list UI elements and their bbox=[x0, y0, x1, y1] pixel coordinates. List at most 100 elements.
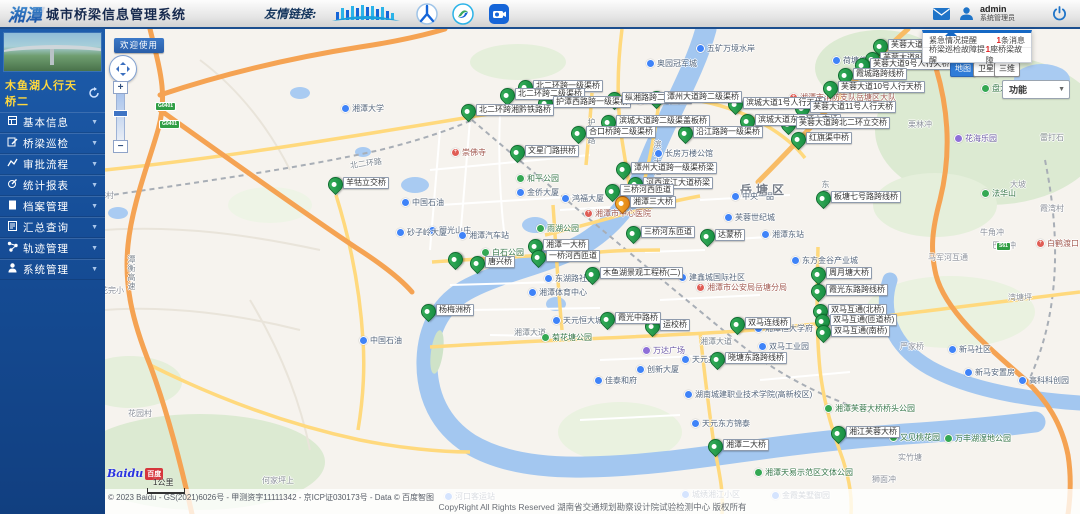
bridge-pin-label: 芙蓉大道11号人行天桥 bbox=[810, 101, 896, 113]
bridge-pin-label: 北二环跨湘黔铁路桥 bbox=[476, 104, 554, 116]
pan-up-icon[interactable] bbox=[120, 59, 126, 65]
friend-links-label: 友情链接: bbox=[264, 5, 316, 22]
chevron-down-icon: ▼ bbox=[91, 140, 98, 147]
sidebar-menu: 基本信息▼桥梁巡检▼审批流程▼统计报表▼档案管理▼汇总查询▼轨迹管理▼系统管理▼ bbox=[0, 112, 105, 280]
chevron-down-icon: ▼ bbox=[91, 224, 98, 231]
map-zoom-control: + − bbox=[113, 81, 128, 153]
function-dropdown[interactable]: 功能 ▼ bbox=[1002, 80, 1070, 99]
sidebar-item-label: 档案管理 bbox=[23, 199, 69, 214]
zoom-out-button[interactable]: − bbox=[113, 140, 128, 153]
user-role: 系统管理员 bbox=[980, 15, 1015, 22]
bridge-pin-label: 双马连线桥 bbox=[745, 317, 791, 329]
map-pan-control[interactable] bbox=[109, 55, 137, 83]
bridge-pin-label: 唐兴桥 bbox=[485, 256, 515, 268]
scale-label: 1公里 bbox=[153, 477, 185, 488]
map-canvas[interactable]: 岳塘区水库村梅花完小花园村何家坪上牛角冲巴干冲霞湾村大坡马军河互通湾塘坪严家桥狮… bbox=[105, 29, 1080, 514]
notification-item[interactable]: 桥梁巡检故障提醒1座桥梁故障 bbox=[923, 47, 1031, 62]
pan-left-icon[interactable] bbox=[113, 66, 119, 72]
bridge-pin-label: 文星门路拱桥 bbox=[525, 145, 579, 157]
archive-icon bbox=[7, 198, 18, 216]
bridge-pin-label: 潭州大道跨一级渠桥梁 bbox=[631, 162, 717, 174]
sidebar-item-label: 汇总查询 bbox=[23, 220, 69, 235]
mail-icon[interactable] bbox=[932, 6, 950, 22]
chevron-down-icon: ▼ bbox=[1058, 86, 1065, 93]
sidebar-item-label: 统计报表 bbox=[23, 178, 69, 193]
bridge-pin-label: 沿江路跨一级渠桥 bbox=[693, 126, 763, 138]
bridge-pin-label: 一桥河西匝道 bbox=[546, 250, 600, 262]
zoom-slider-handle[interactable] bbox=[113, 110, 128, 117]
sidebar-item-6[interactable]: 汇总查询 ▼ bbox=[0, 217, 105, 238]
bridge-pin-label: 红旗渠中桥 bbox=[806, 132, 852, 144]
form-icon bbox=[7, 114, 18, 132]
sidebar-item-label: 轨迹管理 bbox=[23, 241, 69, 256]
refresh-icon[interactable] bbox=[88, 87, 100, 99]
sidebar-item-7[interactable]: 轨迹管理 ▼ bbox=[0, 238, 105, 259]
bridge-pin-label: 羊牯立交桥 bbox=[343, 177, 389, 189]
bridge-pin-label: 三桥河东匝道 bbox=[641, 226, 695, 238]
chevron-down-icon: ▼ bbox=[91, 245, 98, 252]
bridge-pin-label: 湘江芙蓉大桥 bbox=[846, 426, 900, 438]
report-icon bbox=[7, 177, 18, 195]
zoom-slider-track[interactable] bbox=[116, 94, 125, 140]
selected-bridge-title: 木鱼湖人行天桥二 bbox=[5, 77, 88, 109]
chevron-down-icon: ▼ bbox=[91, 119, 98, 126]
sidebar-item-label: 基本信息 bbox=[23, 115, 69, 130]
sidebar-item-4[interactable]: 统计报表▼ bbox=[0, 175, 105, 196]
welcome-tag[interactable]: 欢迎使用 bbox=[114, 38, 164, 53]
bridge-pin-label: 木鱼湖景观工程桥(二) bbox=[600, 267, 683, 279]
bridge-pin-label: 达蒙桥 bbox=[715, 229, 745, 241]
bridge-pin-label: 运校桥 bbox=[660, 319, 690, 331]
sidebar-item-5[interactable]: 档案管理 ▼ bbox=[0, 196, 105, 217]
sidebar-item-3[interactable]: 审批流程▼ bbox=[0, 154, 105, 175]
bridge-pin-label: 双马互通(南桥) bbox=[831, 325, 890, 337]
inspect-icon bbox=[7, 135, 18, 153]
bridge-pin-label: 晓塘东路跨线桥 bbox=[725, 352, 787, 364]
bridge-pin-label: 湘潭三大桥 bbox=[630, 196, 676, 208]
sidebar-item-8[interactable]: 系统管理▼ bbox=[0, 259, 105, 280]
brand-logo: 湘潭 bbox=[8, 1, 42, 26]
sidebar-item-label: 审批流程 bbox=[23, 157, 69, 172]
flow-icon bbox=[7, 156, 18, 174]
logout-power-icon[interactable] bbox=[1050, 6, 1068, 22]
notification-label: 桥梁巡检故障提醒 bbox=[929, 44, 986, 66]
bridge-pin-label: 潭州大道跨二级渠桥 bbox=[664, 91, 742, 103]
system-icon bbox=[7, 261, 18, 279]
zoom-in-button[interactable]: + bbox=[113, 81, 128, 94]
app-title: 城市桥梁信息管理系统 bbox=[46, 4, 186, 23]
track-icon bbox=[7, 240, 18, 258]
da-character-logo[interactable] bbox=[416, 3, 438, 25]
user-info[interactable]: admin 系统管理员 bbox=[980, 5, 1015, 22]
bridge-pin-label: 周月塘大桥 bbox=[826, 267, 872, 279]
map-scale: 1公里 bbox=[147, 477, 185, 494]
chevron-down-icon: ▼ bbox=[91, 266, 98, 273]
chevron-down-icon: ▼ bbox=[91, 203, 98, 210]
bridge-pin[interactable] bbox=[445, 249, 466, 270]
pan-right-icon[interactable] bbox=[127, 66, 133, 72]
sidebar-item-2[interactable]: 桥梁巡检 ▼ bbox=[0, 133, 105, 154]
sidebar-item-label: 桥梁巡检 bbox=[23, 136, 69, 151]
bridge-photo bbox=[3, 32, 102, 72]
function-dropdown-label: 功能 bbox=[1009, 83, 1027, 96]
notification-count: 1座桥梁故障 bbox=[986, 44, 1025, 66]
query-icon bbox=[7, 219, 18, 237]
bridge-pin-label: 霞光东路跨线桥 bbox=[826, 284, 888, 296]
bridge-pin-label: 合口桥跨二级渠桥 bbox=[586, 126, 656, 138]
bridge-photo-pier bbox=[50, 49, 54, 65]
bridge-pin-label: 芙蓉大道跨北二环立交桥 bbox=[796, 117, 890, 129]
copyright-text: CopyRight All Rights Reserved 湖南省交通规划勘察设… bbox=[105, 501, 1080, 513]
camera-logo[interactable] bbox=[488, 3, 510, 25]
bridge-pin-label: 霞城路跨线桥 bbox=[853, 68, 907, 80]
bridge-pin-label: 芙蓉大道10号人行天桥 bbox=[838, 81, 925, 93]
sidebar-item-1[interactable]: 基本信息 ▼ bbox=[0, 112, 105, 133]
selected-bridge-title-row: 木鱼湖人行天桥二 bbox=[0, 75, 105, 112]
sidebar: 木鱼湖人行天桥二 基本信息▼桥梁巡检▼审批流程▼统计报表▼档案管理▼汇总查询▼轨… bbox=[0, 29, 105, 514]
bridge-pin-label: 杨梅洲桥 bbox=[436, 304, 474, 316]
bottom-strip: © 2023 Baidu - GS(2021)6026号 - 甲测资字11111… bbox=[105, 489, 1080, 514]
ring-swirl-logo[interactable] bbox=[452, 3, 474, 25]
bridge-pin-label: 板塘七号路跨线桥 bbox=[831, 191, 901, 203]
pan-down-icon[interactable] bbox=[120, 73, 126, 79]
bridge-pin-label: 护潭西路跨一级渠桥 bbox=[553, 96, 631, 108]
app-header: 湘潭 城市桥梁信息管理系统 友情链接: bbox=[0, 0, 1080, 29]
user-icon[interactable] bbox=[957, 6, 975, 22]
bridge-bars-logo[interactable] bbox=[330, 3, 402, 25]
